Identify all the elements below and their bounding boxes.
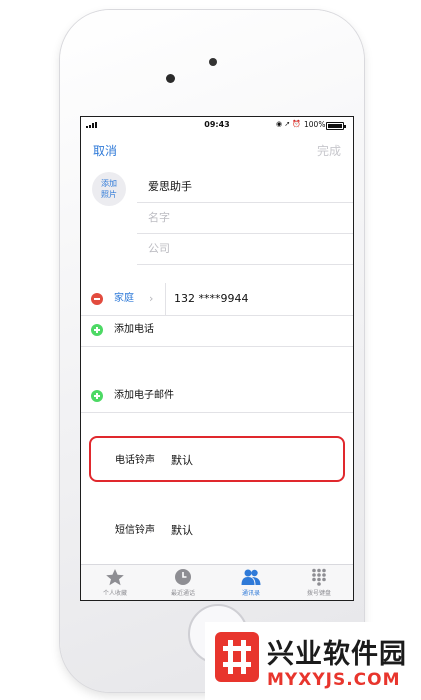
watermark-logo-icon (215, 632, 259, 682)
add-phone-label: 添加电话 (114, 324, 154, 335)
watermark-title: 兴业软件园 (267, 639, 407, 670)
keypad-icon (312, 568, 326, 586)
status-bar: 09:43 ◉ ➚ ⏰ 100% (81, 117, 353, 133)
cancel-button[interactable]: 取消 (93, 142, 117, 159)
phone-number-field[interactable]: 132 ****9944 (174, 283, 249, 315)
done-button[interactable]: 完成 (317, 142, 341, 159)
ringtone-highlight (89, 436, 345, 482)
add-phone-icon[interactable] (91, 324, 103, 336)
surname-field[interactable]: 爱思助手 (137, 172, 353, 203)
status-icons: ◉ ➚ ⏰ (276, 120, 302, 128)
tab-label: 最近通话 (170, 590, 195, 597)
add-photo-label-2: 照片 (101, 190, 117, 199)
add-email-icon[interactable] (91, 390, 103, 402)
speaker-icon (209, 58, 217, 66)
battery-icon (326, 122, 346, 130)
tab-bar: 个人收藏 最近通话 通讯录 拨号键盘 (81, 564, 353, 600)
watermark: 兴业软件园 MYXYJS.COM (205, 622, 421, 700)
chevron-right-icon: › (149, 524, 154, 537)
add-photo-button[interactable]: 添加 照片 (92, 172, 126, 206)
chevron-right-icon[interactable]: › (149, 292, 153, 305)
tab-recents[interactable]: 最近通话 (149, 565, 217, 600)
tab-label: 拨号键盘 (306, 590, 331, 597)
add-email-label: 添加电子邮件 (114, 390, 174, 401)
contacts-icon (241, 569, 261, 585)
divider (165, 283, 166, 315)
watermark-url: MYXYJS.COM (267, 670, 401, 690)
clock-icon (175, 569, 191, 585)
tab-label: 个人收藏 (102, 590, 127, 597)
add-email-row[interactable]: 添加电子邮件 (81, 380, 353, 413)
front-camera-icon (166, 74, 175, 83)
battery-percent: 100% (304, 120, 326, 129)
add-phone-row[interactable]: 添加电话 (81, 314, 353, 347)
tab-label: 通讯录 (241, 590, 260, 597)
tab-contacts[interactable]: 通讯录 (217, 565, 285, 600)
tab-favorites[interactable]: 个人收藏 (81, 565, 149, 600)
tab-keypad[interactable]: 拨号键盘 (285, 565, 353, 600)
phone-type-label[interactable]: 家庭 (114, 283, 134, 315)
first-name-field[interactable]: 名字 (137, 203, 353, 234)
phone-row: 家庭 › 132 ****9944 (81, 283, 353, 316)
screen: 09:43 ◉ ➚ ⏰ 100% 取消 完成 添加 照片 爱思助手 名字 公司 … (80, 116, 354, 601)
text-tone-row[interactable]: 短信铃声 默认 › (81, 509, 353, 553)
add-photo-label-1: 添加 (101, 179, 117, 188)
star-icon (106, 569, 124, 586)
company-field[interactable]: 公司 (137, 234, 353, 265)
delete-phone-icon[interactable] (91, 293, 103, 305)
